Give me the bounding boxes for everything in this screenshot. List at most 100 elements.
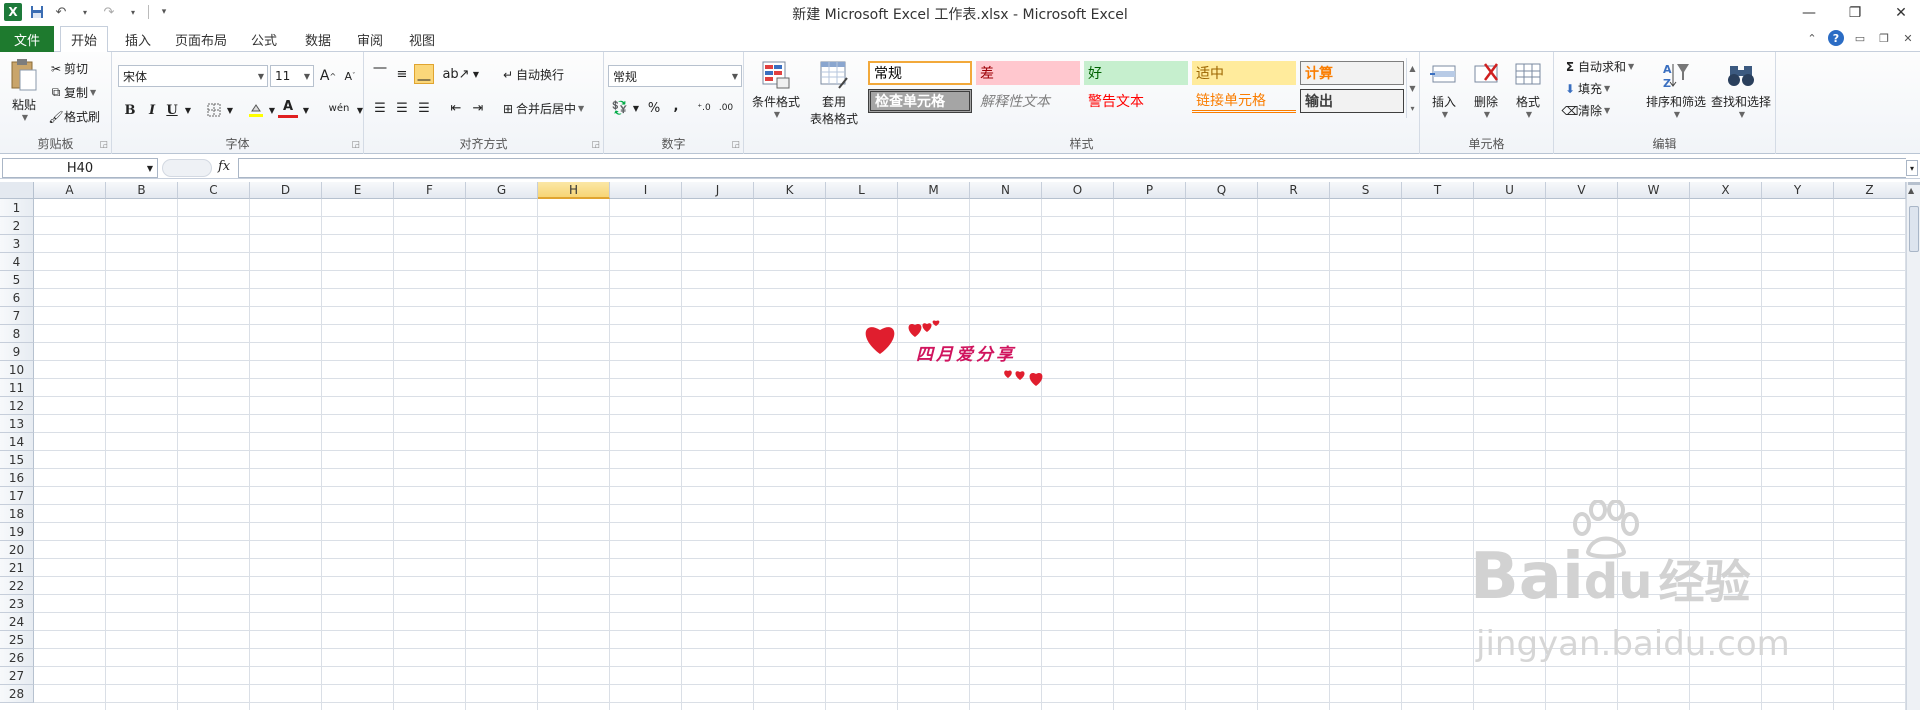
dialog-launcher-icon[interactable]: ◲ [591, 140, 600, 150]
tab-insert[interactable]: 插入 [114, 26, 162, 52]
font-size-field[interactable]: 11 ▼ [270, 65, 314, 87]
column-header-s[interactable]: S [1330, 182, 1402, 199]
orientation-icon[interactable]: ab↗ [442, 64, 469, 84]
column-header-f[interactable]: F [394, 182, 466, 199]
row-header-11[interactable]: 11 [0, 379, 34, 397]
sort-filter-button[interactable]: AZ 排序和筛选 ▼ [1644, 58, 1708, 119]
column-header-t[interactable]: T [1402, 182, 1474, 199]
row-header-4[interactable]: 4 [0, 253, 34, 271]
column-header-h[interactable]: H [538, 182, 610, 199]
row-header-15[interactable]: 15 [0, 451, 34, 469]
tab-file[interactable]: 文件 [0, 26, 54, 52]
style-gallery-scroll[interactable]: ▲ ▼ ▾ [1406, 58, 1418, 118]
chevron-down-icon[interactable]: ▼ [626, 98, 646, 118]
column-header-n[interactable]: N [970, 182, 1042, 199]
align-center-icon[interactable]: ☰ [392, 98, 412, 118]
style-output[interactable]: 输出 [1300, 89, 1404, 113]
number-format-field[interactable]: 常规 ▼ [608, 65, 742, 87]
row-header-23[interactable]: 23 [0, 595, 34, 613]
column-header-e[interactable]: E [322, 182, 394, 199]
column-header-b[interactable]: B [106, 182, 178, 199]
formula-input[interactable] [238, 158, 1906, 178]
row-header-26[interactable]: 26 [0, 649, 34, 667]
minimize-icon[interactable]: — [1796, 2, 1822, 24]
paste-button[interactable]: 粘贴 ▼ [6, 58, 42, 122]
delete-cells-button[interactable]: 删除 ▼ [1466, 58, 1506, 119]
split-handle[interactable] [1908, 182, 1920, 185]
copy-button[interactable]: ⧉ 复制 ▼ [48, 84, 96, 101]
close-icon[interactable]: ✕ [1888, 2, 1914, 24]
row-header-7[interactable]: 7 [0, 307, 34, 325]
style-normal[interactable]: 常规 [868, 61, 972, 85]
column-header-p[interactable]: P [1114, 182, 1186, 199]
italic-button[interactable]: I [142, 100, 162, 120]
column-header-l[interactable]: L [826, 182, 898, 199]
scroll-thumb[interactable] [1909, 206, 1919, 252]
row-header-27[interactable]: 27 [0, 667, 34, 685]
cells-area[interactable] [34, 199, 1906, 710]
decrease-decimal-icon[interactable]: .00 [716, 98, 736, 118]
font-color-button[interactable]: A [278, 98, 298, 118]
shrink-font-icon[interactable]: Aˇ [340, 66, 360, 86]
column-header-j[interactable]: J [682, 182, 754, 199]
cut-button[interactable]: ✂ 剪切 [48, 60, 88, 77]
expand-formula-bar-icon[interactable]: ▾ [1906, 160, 1918, 176]
style-check-cell[interactable]: 检查单元格 [868, 89, 972, 113]
chevron-down-icon[interactable]: ▼ [466, 64, 486, 84]
column-header-y[interactable]: Y [1762, 182, 1834, 199]
row-header-5[interactable]: 5 [0, 271, 34, 289]
dialog-launcher-icon[interactable]: ◲ [99, 140, 108, 150]
row-header-24[interactable]: 24 [0, 613, 34, 631]
column-header-x[interactable]: X [1690, 182, 1762, 199]
chevron-down-icon[interactable]: ▼ [178, 100, 198, 120]
row-header-20[interactable]: 20 [0, 541, 34, 559]
column-header-d[interactable]: D [250, 182, 322, 199]
increase-indent-icon[interactable]: ⇥ [468, 98, 488, 118]
doc-minimize-icon[interactable]: ▭ [1852, 30, 1868, 46]
scroll-up-icon[interactable]: ▲ [1908, 186, 1914, 195]
comma-button[interactable]: , [666, 96, 686, 116]
gallery-more-icon[interactable]: ▾ [1410, 104, 1414, 113]
row-header-9[interactable]: 9 [0, 343, 34, 361]
row-header-8[interactable]: 8 [0, 325, 34, 343]
column-header-w[interactable]: W [1618, 182, 1690, 199]
format-painter-button[interactable]: 🖌 格式刷 [48, 108, 100, 125]
row-header-12[interactable]: 12 [0, 397, 34, 415]
style-linked-cell[interactable]: 链接单元格 [1192, 89, 1296, 113]
select-all-corner[interactable] [0, 182, 34, 199]
row-header-16[interactable]: 16 [0, 469, 34, 487]
align-top-icon[interactable]: ⎺ [370, 64, 390, 84]
grow-font-icon[interactable]: A ^ [318, 66, 338, 86]
chevron-down-icon[interactable]: ▼ [220, 100, 240, 120]
row-header-19[interactable]: 19 [0, 523, 34, 541]
column-header-q[interactable]: Q [1186, 182, 1258, 199]
chevron-up-icon[interactable]: ▲ [1409, 64, 1415, 73]
bold-button[interactable]: B [120, 100, 140, 120]
tab-view[interactable]: 视图 [398, 26, 446, 52]
tab-data[interactable]: 数据 [294, 26, 342, 52]
restore-icon[interactable]: ❐ [1842, 2, 1868, 24]
row-header-18[interactable]: 18 [0, 505, 34, 523]
row-header-1[interactable]: 1 [0, 199, 34, 217]
row-header-2[interactable]: 2 [0, 217, 34, 235]
row-header-10[interactable]: 10 [0, 361, 34, 379]
column-header-z[interactable]: Z [1834, 182, 1906, 199]
row-header-21[interactable]: 21 [0, 559, 34, 577]
name-box[interactable]: H40 ▼ [2, 158, 158, 178]
conditional-format-button[interactable]: 条件格式 ▼ [750, 58, 802, 119]
tab-home[interactable]: 开始 [60, 26, 108, 53]
hearts-picture[interactable]: 四月爱分享 [858, 316, 1058, 392]
style-warning[interactable]: 警告文本 [1084, 89, 1188, 113]
column-header-r[interactable]: R [1258, 182, 1330, 199]
style-good[interactable]: 好 [1084, 61, 1188, 85]
row-header-28[interactable]: 28 [0, 685, 34, 703]
style-explanatory[interactable]: 解释性文本 [976, 89, 1080, 113]
row-header-14[interactable]: 14 [0, 433, 34, 451]
column-header-m[interactable]: M [898, 182, 970, 199]
insert-function-button[interactable]: fx [218, 159, 230, 174]
tab-page-layout[interactable]: 页面布局 [170, 26, 232, 52]
column-header-v[interactable]: V [1546, 182, 1618, 199]
fill-button[interactable]: ⬇ 填充 ▼ [1562, 80, 1610, 97]
autosum-button[interactable]: Σ 自动求和 ▼ [1562, 58, 1634, 75]
align-left-icon[interactable]: ☰ [370, 98, 390, 118]
